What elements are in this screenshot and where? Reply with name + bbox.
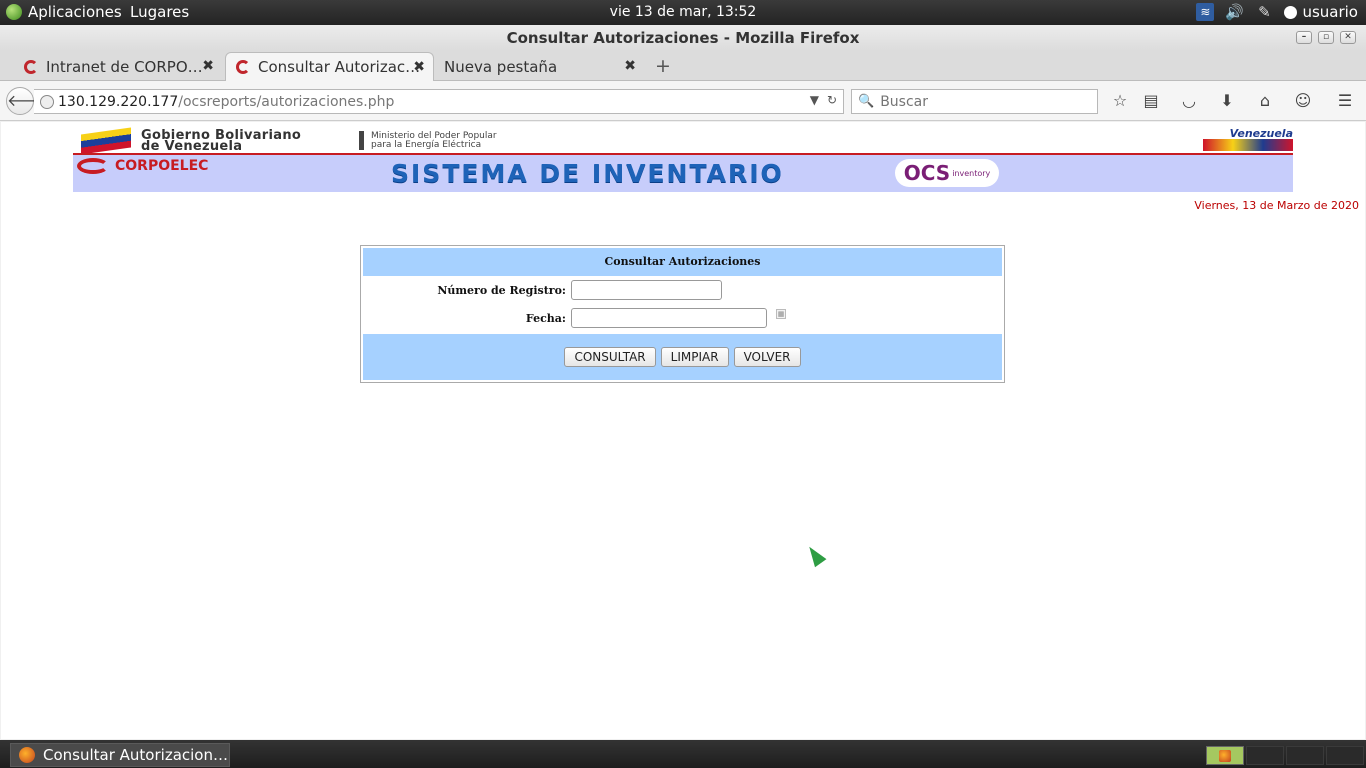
- registro-row: Número de Registro:: [363, 276, 1002, 304]
- firefox-icon: [19, 747, 35, 763]
- download-icon[interactable]: ⬇: [1216, 91, 1238, 111]
- url-host: 130.129.220.177: [58, 93, 179, 110]
- tab-nueva-pestana[interactable]: Nueva pestaña ✖: [434, 52, 644, 81]
- fecha-label: Fecha:: [525, 312, 566, 325]
- corpoelec-logo: CORPOELEC: [77, 158, 208, 174]
- form-actions: CONSULTAR LIMPIAR VOLVER: [363, 334, 1002, 380]
- ocs-logo-sub: inventory: [952, 168, 991, 178]
- search-bar[interactable]: 🔍: [851, 89, 1098, 114]
- back-button[interactable]: 🡐: [6, 87, 50, 115]
- workspace-3[interactable]: [1286, 746, 1324, 765]
- system-title: SISTEMA DE INVENTARIO: [391, 159, 784, 188]
- ocs-logo-text: OCS: [903, 161, 951, 185]
- navigation-bar: 🡐 130.129.220.177 /ocsreports/autorizaci…: [0, 81, 1366, 121]
- banner-lower: CORPOELEC SISTEMA DE INVENTARIO OCS inve…: [73, 155, 1293, 192]
- search-input[interactable]: [880, 93, 1081, 110]
- header-banner: Gobierno Bolivariano de Venezuela Minist…: [73, 127, 1293, 192]
- tab-label: Nueva pestaña: [444, 57, 558, 76]
- user-menu[interactable]: usuario: [1284, 3, 1358, 21]
- close-tab-icon[interactable]: ✖: [624, 58, 636, 74]
- venezuela-flag-icon: [81, 127, 131, 155]
- taskbar: Consultar Autorizacion…: [0, 740, 1366, 768]
- tab-consultar-autorizaciones[interactable]: Consultar Autorizac… ✖: [225, 52, 434, 81]
- home-icon[interactable]: ⌂: [1254, 91, 1276, 111]
- clock[interactable]: vie 13 de mar, 13:52: [0, 4, 1366, 20]
- applications-menu[interactable]: Aplicaciones: [6, 3, 122, 21]
- calendar-icon[interactable]: ▦: [776, 309, 786, 319]
- url-bar[interactable]: 130.129.220.177 /ocsreports/autorizacion…: [34, 89, 844, 114]
- ocs-inventory-logo: OCS inventory: [895, 159, 999, 187]
- pocket-icon[interactable]: ◡: [1178, 91, 1200, 111]
- fecha-row: Fecha: ▦: [363, 304, 1002, 332]
- corpoelec-name: CORPOELEC: [115, 158, 209, 174]
- tab-label: Consultar Autorizac…: [258, 58, 421, 76]
- workspace-1[interactable]: [1206, 746, 1244, 765]
- volver-button[interactable]: VOLVER: [733, 347, 801, 367]
- firefox-mini-icon: [1219, 749, 1231, 762]
- limpiar-button[interactable]: LIMPIAR: [660, 347, 729, 367]
- close-tab-icon[interactable]: ✖: [413, 59, 425, 75]
- gnome-foot-icon: [6, 4, 22, 20]
- venezuela-logo: Venezuela: [1203, 128, 1293, 152]
- workspace-4[interactable]: [1326, 746, 1364, 765]
- applications-label: Aplicaciones: [28, 3, 122, 21]
- maximize-button[interactable]: ▫: [1318, 31, 1334, 44]
- current-date: Viernes, 13 de Marzo de 2020: [1194, 199, 1359, 212]
- corpoelec-favicon-icon: [236, 60, 250, 74]
- taskbar-item-label: Consultar Autorizacion…: [43, 746, 228, 764]
- user-name: usuario: [1302, 3, 1358, 21]
- corpoelec-mark-icon: [77, 158, 109, 174]
- window-titlebar[interactable]: Consultar Autorizaciones - Mozilla Firef…: [0, 25, 1366, 51]
- top-panel: Aplicaciones Lugares vie 13 de mar, 13:5…: [0, 0, 1366, 25]
- window-title: Consultar Autorizaciones - Mozilla Firef…: [506, 29, 860, 47]
- reload-icon[interactable]: ↻: [827, 93, 837, 107]
- chat-bubble-icon: [1284, 5, 1298, 19]
- ministry-line-2: para la Energía Eléctrica: [371, 140, 482, 150]
- consultar-button[interactable]: CONSULTAR: [564, 347, 656, 367]
- hello-chat-icon[interactable]: ☺: [1292, 91, 1314, 111]
- corpoelec-favicon-icon: [24, 59, 38, 74]
- taskbar-item-firefox[interactable]: Consultar Autorizacion…: [10, 743, 230, 767]
- close-window-button[interactable]: ✕: [1340, 31, 1356, 44]
- minimize-button[interactable]: –: [1296, 31, 1312, 44]
- bookmarks-list-icon[interactable]: ▤: [1140, 91, 1162, 111]
- menu-hamburger-icon[interactable]: ☰: [1334, 91, 1356, 111]
- divider: [359, 131, 364, 150]
- venezuela-stars-icon: [1203, 139, 1293, 151]
- dropdown-arrow-icon[interactable]: ▼: [810, 93, 819, 107]
- form-title: Consultar Autorizaciones: [363, 248, 1002, 276]
- new-tab-button[interactable]: +: [652, 55, 674, 77]
- fecha-input[interactable]: [571, 308, 767, 328]
- bookmark-star-icon[interactable]: ☆: [1109, 91, 1131, 111]
- globe-icon[interactable]: [40, 94, 54, 109]
- workspace-2[interactable]: [1246, 746, 1284, 765]
- search-icon: 🔍: [858, 94, 875, 109]
- volume-icon[interactable]: 🔊: [1224, 2, 1244, 22]
- mouse-cursor-icon: [803, 542, 827, 568]
- pen-icon[interactable]: ✎: [1254, 2, 1274, 22]
- network-icon[interactable]: ≋: [1196, 3, 1215, 21]
- venezuela-logo-text: Venezuela: [1229, 127, 1293, 140]
- places-menu[interactable]: Lugares: [130, 3, 189, 21]
- tab-intranet[interactable]: Intranet de CORPO… ✖: [14, 52, 222, 81]
- government-header: Gobierno Bolivariano de Venezuela Minist…: [73, 127, 573, 155]
- url-path: /ocsreports/autorizaciones.php: [178, 93, 395, 110]
- close-tab-icon[interactable]: ✖: [202, 58, 214, 74]
- tab-label: Intranet de CORPO…: [46, 57, 203, 76]
- tab-bar: Intranet de CORPO… ✖ Consultar Autorizac…: [0, 51, 1366, 81]
- page-content: Gobierno Bolivariano de Venezuela Minist…: [1, 122, 1365, 739]
- registro-label: Número de Registro:: [437, 284, 566, 297]
- system-tray: ≋ 🔊 ✎ usuario: [1196, 2, 1358, 22]
- consultar-form: Consultar Autorizaciones Número de Regis…: [360, 245, 1005, 383]
- registro-input[interactable]: [571, 280, 722, 300]
- firefox-window: Consultar Autorizaciones - Mozilla Firef…: [0, 25, 1366, 740]
